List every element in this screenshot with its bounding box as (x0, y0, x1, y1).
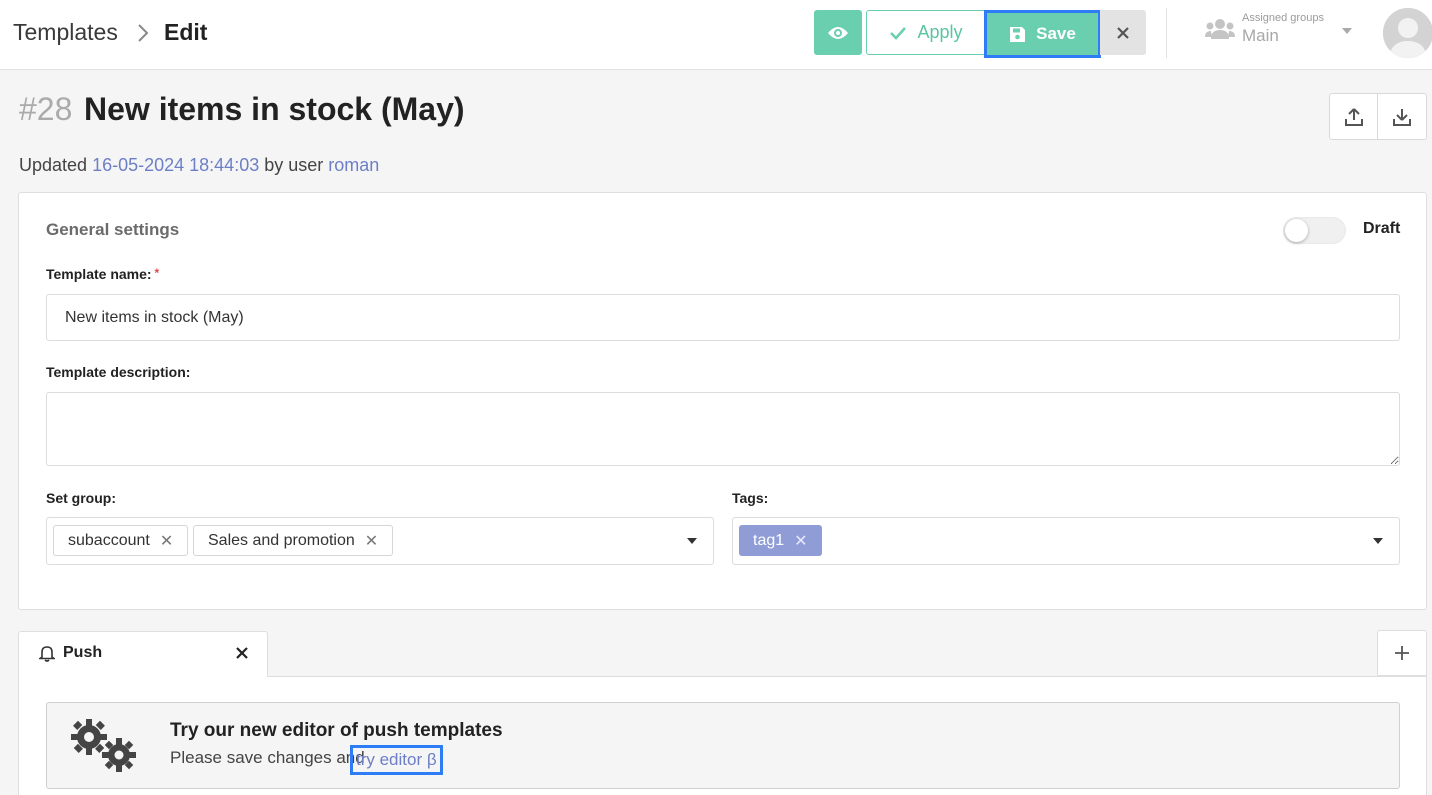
remove-chip-icon[interactable]: ✕ (160, 531, 173, 551)
template-name-label-text: Template name: (46, 266, 152, 282)
remove-chip-icon[interactable]: ✕ (365, 531, 378, 551)
set-group-select[interactable]: subaccount ✕ Sales and promotion ✕ (46, 517, 714, 565)
eye-icon (828, 26, 848, 39)
download-icon (1393, 108, 1411, 126)
tab-push-label: Push (63, 644, 103, 661)
plus-icon (1395, 646, 1409, 660)
try-editor-link[interactable]: try editor β (350, 745, 443, 775)
group-chip: Sales and promotion ✕ (193, 525, 394, 556)
required-mark: * (154, 266, 160, 280)
tag-chip-label: tag1 (753, 531, 785, 549)
chevron-right-icon (138, 24, 149, 42)
apply-label: Apply (917, 22, 963, 42)
group-chip-label: Sales and promotion (208, 531, 355, 549)
apply-button[interactable]: Apply (866, 10, 986, 55)
save-button[interactable]: Save (984, 10, 1101, 58)
banner-title: Try our new editor of push templates (170, 720, 503, 741)
tag-chip: tag1 ✕ (739, 525, 822, 556)
caret-down-icon[interactable] (1342, 28, 1352, 34)
group-chip-label: subaccount (68, 531, 150, 549)
avatar[interactable] (1383, 8, 1432, 58)
check-icon (890, 26, 907, 40)
remove-tag-icon[interactable]: ✕ (794, 531, 807, 551)
general-settings-card: General settings Draft Template name:* T… (18, 192, 1427, 610)
section-title: General settings (46, 220, 180, 239)
save-label: Save (1036, 24, 1076, 43)
close-icon (1117, 26, 1129, 39)
template-name-label: Template name: * (46, 266, 159, 282)
updated-info: Updated 16-05-2024 18:44:03 by user roma… (19, 155, 379, 176)
draft-label: Draft (1363, 220, 1401, 237)
set-group-label: Set group: (46, 490, 116, 506)
bell-icon (39, 646, 55, 662)
tab-push[interactable]: Push (18, 631, 268, 677)
page-title: New items in stock (May) (84, 91, 465, 127)
close-icon[interactable] (235, 646, 249, 660)
updated-user-link[interactable]: roman (328, 155, 379, 175)
template-description-input[interactable] (46, 392, 1400, 466)
upload-icon (1344, 107, 1363, 126)
assigned-groups-caption: Assigned groups (1242, 12, 1324, 24)
new-editor-banner: Try our new editor of push templates Ple… (46, 702, 1400, 789)
floppy-disk-icon (1010, 26, 1026, 42)
upload-button[interactable] (1329, 93, 1378, 140)
tags-label: Tags: (732, 490, 769, 506)
draft-toggle[interactable] (1283, 217, 1346, 244)
template-description-label: Template description: (46, 364, 191, 380)
updated-prefix: Updated (19, 155, 88, 175)
template-name-input[interactable] (46, 294, 1400, 341)
add-tab-button[interactable] (1377, 630, 1427, 676)
preview-button[interactable] (814, 10, 862, 55)
gears-icon (71, 719, 136, 772)
top-bar: Templates Edit Apply Save Assigned group… (0, 0, 1432, 70)
assigned-groups-select[interactable]: Main (1242, 26, 1279, 46)
banner-text: Please save changes and (170, 748, 365, 767)
close-button[interactable] (1100, 10, 1146, 55)
updated-by-text: by user (264, 155, 324, 175)
download-button[interactable] (1377, 93, 1427, 140)
caret-down-icon[interactable] (687, 538, 697, 544)
template-id: #28 (19, 91, 73, 127)
user-avatar-icon (1383, 8, 1432, 58)
users-group-icon (1205, 19, 1235, 39)
header-divider (1166, 8, 1167, 58)
updated-date-link[interactable]: 16-05-2024 18:44:03 (92, 155, 259, 175)
tags-select[interactable]: tag1 ✕ (732, 517, 1400, 565)
toggle-knob (1285, 219, 1308, 242)
caret-down-icon[interactable] (1373, 538, 1383, 544)
breadcrumb-edit: Edit (164, 19, 208, 45)
group-chip: subaccount ✕ (53, 525, 189, 556)
breadcrumb-templates[interactable]: Templates (13, 19, 118, 46)
